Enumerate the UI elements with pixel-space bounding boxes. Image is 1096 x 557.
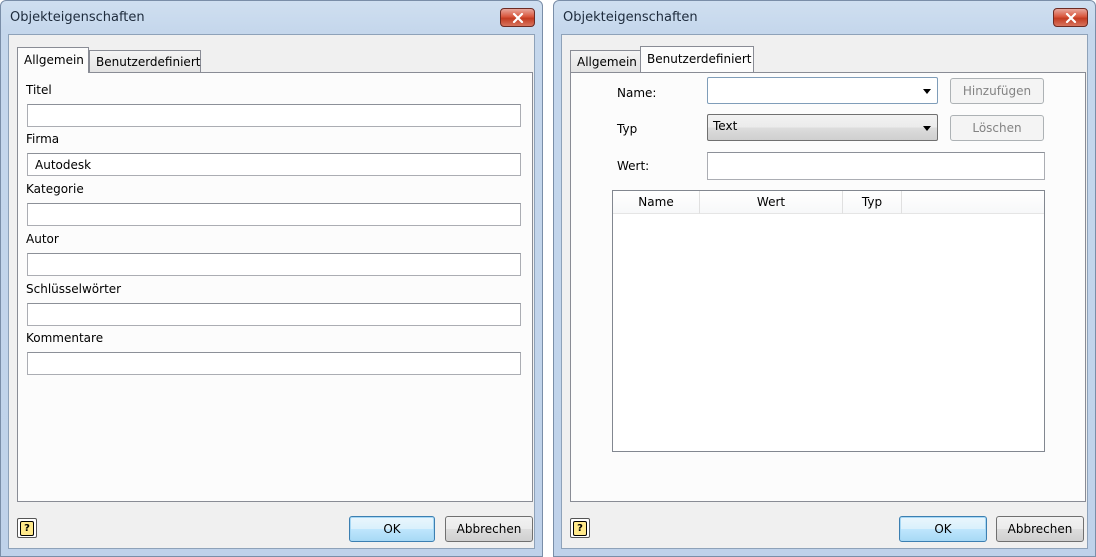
dialog-client-area: Allgemein Benutzerdefiniert Name: Hinzuf… [561,34,1088,549]
comments-field[interactable] [27,352,521,375]
close-button[interactable] [500,8,535,27]
ok-button[interactable]: OK [899,516,987,542]
chevron-down-icon [923,126,931,131]
title-bar: Objekteigenschaften [554,1,1095,35]
author-label: Autor [26,232,59,246]
value-label: Wert: [617,159,650,173]
tab-panel-custom: Name: Hinzufügen Typ Text Löschen Wert: … [570,72,1086,502]
title-field[interactable] [27,104,521,127]
window-title: Objekteigenschaften [10,10,145,25]
add-button[interactable]: Hinzufügen [950,78,1044,104]
dialog-client-area: Allgemein Benutzerdefiniert Titel Firma … [8,34,535,549]
company-label: Firma [26,132,60,146]
column-header-name[interactable]: Name [613,191,700,214]
tab-label: Allgemein [577,55,637,69]
comments-label: Kommentare [26,331,104,345]
custom-properties-list[interactable]: Name Wert Typ [612,190,1045,452]
close-button[interactable] [1053,8,1088,27]
delete-button[interactable]: Löschen [950,115,1044,141]
column-header-value[interactable]: Wert [700,191,843,214]
properties-dialog-general: Objekteigenschaften Allgemein Benutzerde… [0,0,543,557]
title-bar: Objekteigenschaften [1,1,542,35]
cancel-button[interactable]: Abbrechen [445,516,533,542]
help-icon: ? [573,520,587,536]
category-label: Kategorie [26,182,84,196]
company-field[interactable]: Autodesk [27,153,521,176]
tab-benutzerdefiniert[interactable]: Benutzerdefiniert [89,50,201,72]
tab-allgemein[interactable]: Allgemein [570,50,642,72]
type-select[interactable]: Text [707,114,938,141]
ok-button[interactable]: OK [349,516,435,542]
cancel-button[interactable]: Abbrechen [996,516,1084,542]
name-label: Name: [617,86,657,100]
close-icon [512,12,523,23]
chevron-down-icon [923,89,931,94]
column-header-filler [902,191,1044,214]
keywords-field[interactable] [27,303,521,326]
help-icon: ? [20,520,34,536]
tab-label: Allgemein [24,53,84,67]
help-button[interactable]: ? [17,518,37,538]
tab-panel-general: Titel Firma Autodesk Kategorie Autor Sch… [17,72,533,502]
tab-benutzerdefiniert[interactable]: Benutzerdefiniert [640,46,754,72]
type-value: Text [713,119,738,133]
help-button[interactable]: ? [570,518,590,538]
keywords-label: Schlüsselwörter [26,282,122,296]
column-header-type[interactable]: Typ [843,191,902,214]
category-field[interactable] [27,203,521,226]
title-label: Titel [26,83,52,97]
window-title: Objekteigenschaften [563,10,698,25]
value-field[interactable] [707,152,1045,180]
type-label: Typ [617,122,638,136]
tab-allgemein[interactable]: Allgemein [17,47,89,73]
name-combobox[interactable] [707,77,938,104]
author-field[interactable] [27,253,521,276]
tab-label: Benutzerdefiniert [96,55,201,69]
tab-label: Benutzerdefiniert [647,52,752,66]
close-icon [1065,12,1076,23]
properties-dialog-custom: Objekteigenschaften Allgemein Benutzerde… [553,0,1096,557]
